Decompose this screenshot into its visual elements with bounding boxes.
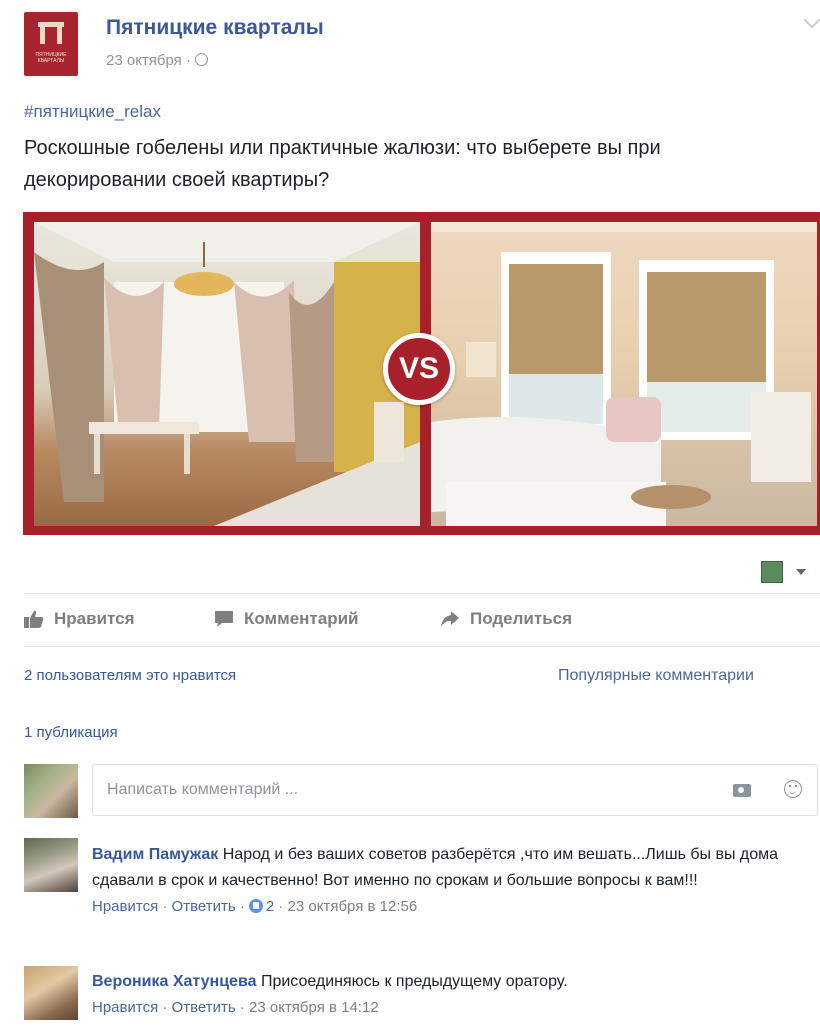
comment-button[interactable]: Комментарий xyxy=(214,606,358,632)
comment-reply-link[interactable]: Ответить xyxy=(172,898,236,915)
logo-column-right xyxy=(57,26,62,44)
comment-author-link[interactable]: Вероника Хатунцева xyxy=(92,973,256,990)
like-label: Нравится xyxy=(54,609,135,628)
comment-time[interactable]: 23 октября в 12:56 xyxy=(288,898,418,915)
image-blinds-bedroom xyxy=(431,222,817,526)
vs-badge: VS xyxy=(383,333,455,405)
camera-icon[interactable] xyxy=(733,784,751,797)
comment-label: Комментарий xyxy=(244,609,359,628)
current-user-avatar xyxy=(24,764,78,818)
comment-like-link[interactable]: Нравится xyxy=(92,999,158,1016)
comment-text-block: Вадим Памужак Народ и без ваших советов … xyxy=(92,842,808,894)
emoji-icon[interactable] xyxy=(784,780,802,798)
comment-text-block: Вероника Хатунцева Присоединяюсь к преды… xyxy=(92,969,808,995)
comment-time[interactable]: 23 октября в 14:12 xyxy=(249,999,379,1016)
comment-meta: Нравится · Ответить · 23 октября в 14:12 xyxy=(92,999,379,1016)
like-count-icon xyxy=(248,899,263,913)
comment-like-count[interactable]: 2 xyxy=(266,898,274,915)
tapestry-room-illustration xyxy=(34,222,420,526)
divider xyxy=(24,646,820,647)
globe-icon xyxy=(194,53,208,66)
post-meta: 23 октября · xyxy=(106,52,208,69)
thumbs-up-icon xyxy=(24,610,44,628)
comment-like-link[interactable]: Нравится xyxy=(92,898,158,915)
comment-meta: Нравится · Ответить · 2 · 23 октября в 12… xyxy=(92,898,418,915)
share-button[interactable]: Поделиться xyxy=(440,606,572,632)
comment-reply-link[interactable]: Ответить xyxy=(172,999,236,1016)
logo-text: ПЯТНИЦКИЕ КВАРТАЛЫ xyxy=(35,52,67,64)
comment-sort-dropdown[interactable]: Популярные комментарии xyxy=(558,667,754,685)
post-options-chevron-icon[interactable] xyxy=(803,11,820,29)
share-arrow-icon xyxy=(441,611,459,627)
comment: Вероника Хатунцева Присоединяюсь к преды… xyxy=(92,969,808,1021)
comment-bubble-icon xyxy=(215,611,233,627)
blinds-room-illustration xyxy=(431,222,817,526)
logo-column-left xyxy=(40,26,45,44)
commenter-avatar[interactable] xyxy=(24,966,78,1020)
page-name-link[interactable]: Пятницкие кварталы xyxy=(106,16,324,40)
comment: Вадим Памужак Народ и без ваших советов … xyxy=(92,842,808,920)
comment-text: Присоединяюсь к предыдущему оратору. xyxy=(260,973,568,990)
post-text: Роскошные гобелены или практичные жалюзи… xyxy=(24,137,661,191)
comment-input[interactable] xyxy=(92,764,818,816)
hashtag-link[interactable]: #пятницкие_relax xyxy=(24,102,161,122)
likes-summary-link[interactable]: 2 пользователям это нравится xyxy=(24,667,236,684)
commenter-avatar[interactable] xyxy=(24,838,78,892)
share-label: Поделиться xyxy=(470,609,573,628)
comment-author-link[interactable]: Вадим Памужак xyxy=(92,846,218,863)
image-tapestry-bedroom xyxy=(34,222,420,526)
post-date[interactable]: 23 октября · xyxy=(106,52,191,69)
divider xyxy=(24,593,820,594)
shares-count-link[interactable]: 1 публикация xyxy=(24,724,118,741)
page-avatar[interactable]: ПЯТНИЦКИЕ КВАРТАЛЫ xyxy=(24,12,78,76)
page-selector-thumbnail-icon[interactable] xyxy=(761,561,783,583)
comment-sort-label: Популярные комментарии xyxy=(558,667,754,684)
chevron-down-icon[interactable] xyxy=(796,569,806,575)
like-button[interactable]: Нравится xyxy=(24,606,135,632)
